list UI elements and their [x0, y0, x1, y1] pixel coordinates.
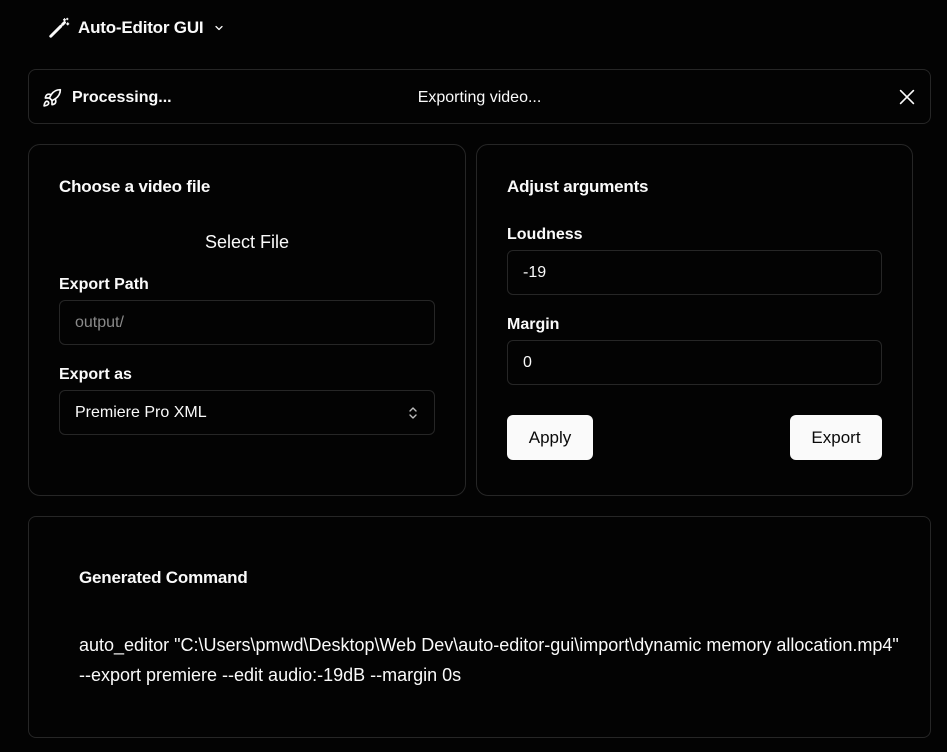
- toast-message: Exporting video...: [417, 89, 542, 106]
- adjust-arguments-card: Adjust arguments Loudness -19 Margin 0 A…: [476, 144, 913, 496]
- app-header[interactable]: Auto-Editor GUI: [48, 14, 225, 42]
- loudness-label: Loudness: [507, 226, 583, 243]
- chevron-down-icon[interactable]: [213, 22, 225, 34]
- close-icon[interactable]: [896, 86, 918, 108]
- margin-value: 0: [523, 353, 532, 371]
- loudness-value: -19: [523, 263, 547, 281]
- export-as-value: Premiere Pro XML: [75, 403, 207, 421]
- choose-file-heading: Choose a video file: [59, 177, 211, 196]
- margin-label: Margin: [507, 316, 560, 333]
- generated-command-heading: Generated Command: [79, 568, 248, 587]
- choose-file-card: Choose a video file Select File Export P…: [28, 144, 466, 496]
- processing-toast: Processing... Exporting video...: [28, 69, 931, 124]
- chevrons-up-down-icon: [407, 406, 419, 420]
- export-as-label: Export as: [59, 366, 132, 383]
- app-root: Auto-Editor GUI Processing... Exporting …: [0, 0, 947, 752]
- generated-command-text: auto_editor "C:\Users\pmwd\Desktop\Web D…: [79, 635, 899, 685]
- app-title: Auto-Editor GUI: [78, 18, 204, 37]
- apply-button[interactable]: Apply: [507, 415, 593, 460]
- export-as-select[interactable]: Premiere Pro XML: [59, 390, 435, 435]
- adjust-arguments-heading: Adjust arguments: [507, 177, 649, 196]
- loudness-input[interactable]: -19: [507, 250, 882, 295]
- export-button[interactable]: Export: [790, 415, 882, 460]
- export-path-label: Export Path: [59, 276, 149, 293]
- export-path-input[interactable]: [59, 300, 435, 345]
- generated-command-card: Generated Command auto_editor "C:\Users\…: [28, 516, 931, 738]
- magic-wand-icon: [48, 17, 70, 39]
- select-file-button[interactable]: Select File: [59, 227, 435, 257]
- margin-input[interactable]: 0: [507, 340, 882, 385]
